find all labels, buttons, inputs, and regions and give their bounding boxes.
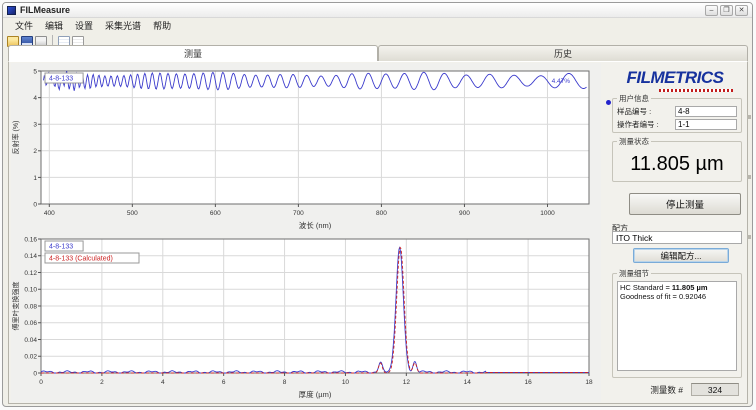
measure-tab-page: 4005006007008009001000012345波长 (nm)反射率 (… [8, 61, 748, 404]
tab-history[interactable]: 历史 [378, 45, 748, 62]
menu-bar: 文件编辑设置采集光谱帮助 [3, 18, 752, 33]
svg-text:3: 3 [33, 122, 37, 129]
measurement-count-value: 324 [691, 383, 739, 396]
app-window: FILMeasure – ❐ ✕ 文件编辑设置采集光谱帮助 测量 历史 4005… [2, 2, 753, 407]
detail-line-thickness: HC Standard = 11.805 µm [620, 283, 734, 292]
svg-text:6: 6 [222, 379, 226, 386]
menu-item-4[interactable]: 帮助 [147, 18, 177, 33]
window-title: FILMeasure [20, 5, 70, 15]
minimize-button[interactable]: – [705, 5, 718, 16]
measurement-count-row: 测量数 # 324 [603, 383, 747, 396]
svg-text:0.14: 0.14 [24, 253, 37, 260]
svg-text:900: 900 [459, 210, 470, 217]
svg-text:400: 400 [44, 210, 55, 217]
svg-text:12: 12 [403, 379, 411, 386]
window-controls: – ❐ ✕ [705, 5, 748, 16]
app-icon [7, 6, 16, 15]
measurement-details-group: 测量细节 HC Standard = 11.805 µm Goodness of… [612, 268, 742, 378]
logo-red-ticks [659, 89, 733, 92]
menu-item-1[interactable]: 编辑 [39, 18, 69, 33]
measurement-details-title: 测量细节 [617, 268, 651, 279]
svg-text:4-8-133: 4-8-133 [49, 76, 73, 83]
svg-text:2: 2 [100, 379, 104, 386]
svg-text:0.06: 0.06 [24, 320, 37, 327]
svg-text:0: 0 [33, 201, 37, 208]
svg-text:0: 0 [39, 379, 43, 386]
svg-text:厚度 (µm): 厚度 (µm) [299, 389, 332, 399]
svg-text:5: 5 [33, 68, 37, 75]
svg-text:4-8-133 (Calculated): 4-8-133 (Calculated) [49, 256, 113, 263]
operator-id-input[interactable] [675, 119, 737, 130]
svg-text:0.12: 0.12 [24, 270, 37, 277]
resize-grip-marks[interactable] [747, 115, 751, 245]
svg-text:600: 600 [210, 210, 221, 217]
svg-text:18: 18 [585, 379, 593, 386]
svg-text:0.08: 0.08 [24, 303, 37, 310]
svg-text:0.16: 0.16 [24, 236, 37, 243]
measurement-status-title: 测量状态 [617, 136, 651, 147]
user-info-group: 用户信息 样品编号 : 操作者编号 : [612, 93, 742, 133]
recipe-input[interactable] [612, 231, 742, 244]
svg-text:波长 (nm): 波长 (nm) [299, 220, 332, 230]
svg-text:4-8-133: 4-8-133 [49, 244, 73, 251]
reflectance-chart: 400 500 600 700 800 900 1000 0 1 2 3 4 5 波长 (nm) 反射率 (… [11, 63, 599, 231]
svg-text:0: 0 [33, 370, 37, 377]
thickness-chart: 0 2 4 6 8 10 12 14 16 18 0 0.02 0.04 0.06 0.08 0.10 0.12… [11, 231, 599, 400]
svg-text:1: 1 [33, 175, 37, 182]
menu-item-2[interactable]: 设置 [69, 18, 99, 33]
details-listbox[interactable]: HC Standard = 11.805 µm Goodness of fit … [617, 281, 737, 371]
svg-text:反射率 (%): 反射率 (%) [11, 121, 20, 155]
edit-recipe-button[interactable]: 编辑配方... [633, 248, 729, 263]
svg-text:0.02: 0.02 [24, 354, 37, 361]
svg-text:1000: 1000 [540, 210, 555, 217]
measurement-count-label: 测量数 # [650, 384, 683, 396]
svg-text:14: 14 [464, 379, 472, 386]
detail-line-gof: Goodness of fit = 0.92046 [620, 292, 734, 301]
svg-text:16: 16 [524, 379, 532, 386]
operator-id-label: 操作者编号 : [617, 119, 659, 130]
measurement-status-group: 测量状态 11.805 µm [612, 136, 742, 182]
stop-measure-button[interactable]: 停止测量 [629, 193, 741, 215]
svg-text:500: 500 [127, 210, 138, 217]
svg-text:700: 700 [293, 210, 304, 217]
svg-text:0.10: 0.10 [24, 287, 37, 294]
menu-item-0[interactable]: 文件 [9, 18, 39, 33]
svg-text:800: 800 [376, 210, 387, 217]
maximize-button[interactable]: ❐ [720, 5, 733, 16]
svg-text:0.04: 0.04 [24, 337, 37, 344]
svg-text:4.47%: 4.47% [552, 78, 571, 85]
tab-measure[interactable]: 测量 [8, 45, 378, 62]
sample-id-input[interactable] [675, 106, 737, 117]
thickness-result: 11.805 µm [613, 153, 741, 176]
charts-panel: 4005006007008009001000012345波长 (nm)反射率 (… [11, 63, 601, 402]
indicator-dot [606, 100, 611, 105]
title-bar[interactable]: FILMeasure – ❐ ✕ [3, 3, 752, 18]
svg-text:10: 10 [342, 379, 350, 386]
close-button[interactable]: ✕ [735, 5, 748, 16]
svg-text:4: 4 [161, 379, 165, 386]
results-panel: FILMETRICS 用户信息 样品编号 : 操作者编号 : 测量状态 11.8… [603, 62, 747, 403]
svg-text:2: 2 [33, 148, 37, 155]
svg-text:傅里叶变换强度: 傅里叶变换强度 [11, 282, 20, 331]
sample-id-label: 样品编号 : [617, 106, 651, 117]
tab-strip: 测量 历史 [8, 45, 748, 62]
svg-text:8: 8 [283, 379, 287, 386]
svg-text:4: 4 [33, 95, 37, 102]
user-info-title: 用户信息 [617, 93, 651, 104]
menu-item-3[interactable]: 采集光谱 [99, 18, 147, 33]
filmetrics-logo: FILMETRICS [603, 68, 747, 88]
